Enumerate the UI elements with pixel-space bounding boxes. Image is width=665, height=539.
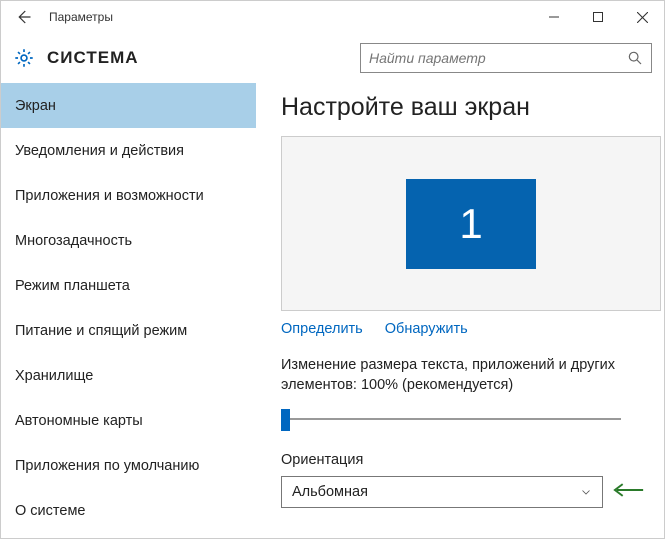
sidebar-item-label: Питание и спящий режим <box>15 323 187 339</box>
scale-description: Изменение размера текста, приложений и д… <box>281 355 661 396</box>
monitor-number: 1 <box>459 200 482 248</box>
scale-slider[interactable] <box>281 406 621 434</box>
orientation-select[interactable]: Альбомная <box>281 476 603 508</box>
sidebar-item-label: Хранилище <box>15 368 93 384</box>
monitor-tile[interactable]: 1 <box>406 179 536 269</box>
maximize-icon <box>593 12 603 22</box>
annotation-arrow-icon <box>611 481 644 499</box>
sidebar-item-label: Автономные карты <box>15 413 143 429</box>
close-icon <box>637 12 648 23</box>
header: СИСТЕМА <box>1 33 664 83</box>
sidebar-item-display[interactable]: Экран <box>1 83 256 128</box>
chevron-down-icon <box>580 486 592 498</box>
sidebar-item-apps-features[interactable]: Приложения и возможности <box>1 173 256 218</box>
sidebar-item-label: Приложения по умолчанию <box>15 458 199 474</box>
slider-track <box>281 418 621 420</box>
sidebar-item-tablet-mode[interactable]: Режим планшета <box>1 263 256 308</box>
sidebar: Экран Уведомления и действия Приложения … <box>1 83 256 538</box>
sidebar-item-label: О системе <box>15 503 85 519</box>
main-content: Настройте ваш экран 1 Определить Обнаруж… <box>256 83 664 538</box>
display-actions: Определить Обнаружить <box>281 321 644 337</box>
sidebar-item-label: Приложения и возможности <box>15 188 204 204</box>
sidebar-item-offline-maps[interactable]: Автономные карты <box>1 398 256 443</box>
slider-thumb[interactable] <box>281 409 290 431</box>
sidebar-item-label: Уведомления и действия <box>15 143 184 159</box>
sidebar-item-multitasking[interactable]: Многозадачность <box>1 218 256 263</box>
orientation-value: Альбомная <box>292 484 368 500</box>
body: Экран Уведомления и действия Приложения … <box>1 83 664 538</box>
sidebar-item-storage[interactable]: Хранилище <box>1 353 256 398</box>
search-box[interactable] <box>360 43 652 73</box>
display-preview-box: 1 <box>281 136 661 311</box>
orientation-label: Ориентация <box>281 452 644 468</box>
identify-link[interactable]: Определить <box>281 321 363 337</box>
sidebar-item-label: Экран <box>15 98 56 114</box>
arrow-left-icon <box>14 8 32 26</box>
back-button[interactable] <box>1 1 45 33</box>
page-heading: Настройте ваш экран <box>281 93 644 122</box>
sidebar-item-notifications[interactable]: Уведомления и действия <box>1 128 256 173</box>
window-title: Параметры <box>45 10 113 24</box>
titlebar: Параметры <box>1 1 664 33</box>
search-icon <box>627 50 643 66</box>
sidebar-item-label: Многозадачность <box>15 233 132 249</box>
close-button[interactable] <box>620 1 664 33</box>
minimize-button[interactable] <box>532 1 576 33</box>
gear-icon <box>13 47 35 69</box>
sidebar-item-about[interactable]: О системе <box>1 488 256 533</box>
detect-link[interactable]: Обнаружить <box>385 321 468 337</box>
sidebar-item-label: Режим планшета <box>15 278 130 294</box>
search-input[interactable] <box>369 50 627 66</box>
minimize-icon <box>549 12 559 22</box>
sidebar-item-power-sleep[interactable]: Питание и спящий режим <box>1 308 256 353</box>
settings-window: Параметры СИСТЕМА Экран Уведомления и де… <box>0 0 665 539</box>
maximize-button[interactable] <box>576 1 620 33</box>
header-title: СИСТЕМА <box>47 48 139 68</box>
sidebar-item-default-apps[interactable]: Приложения по умолчанию <box>1 443 256 488</box>
